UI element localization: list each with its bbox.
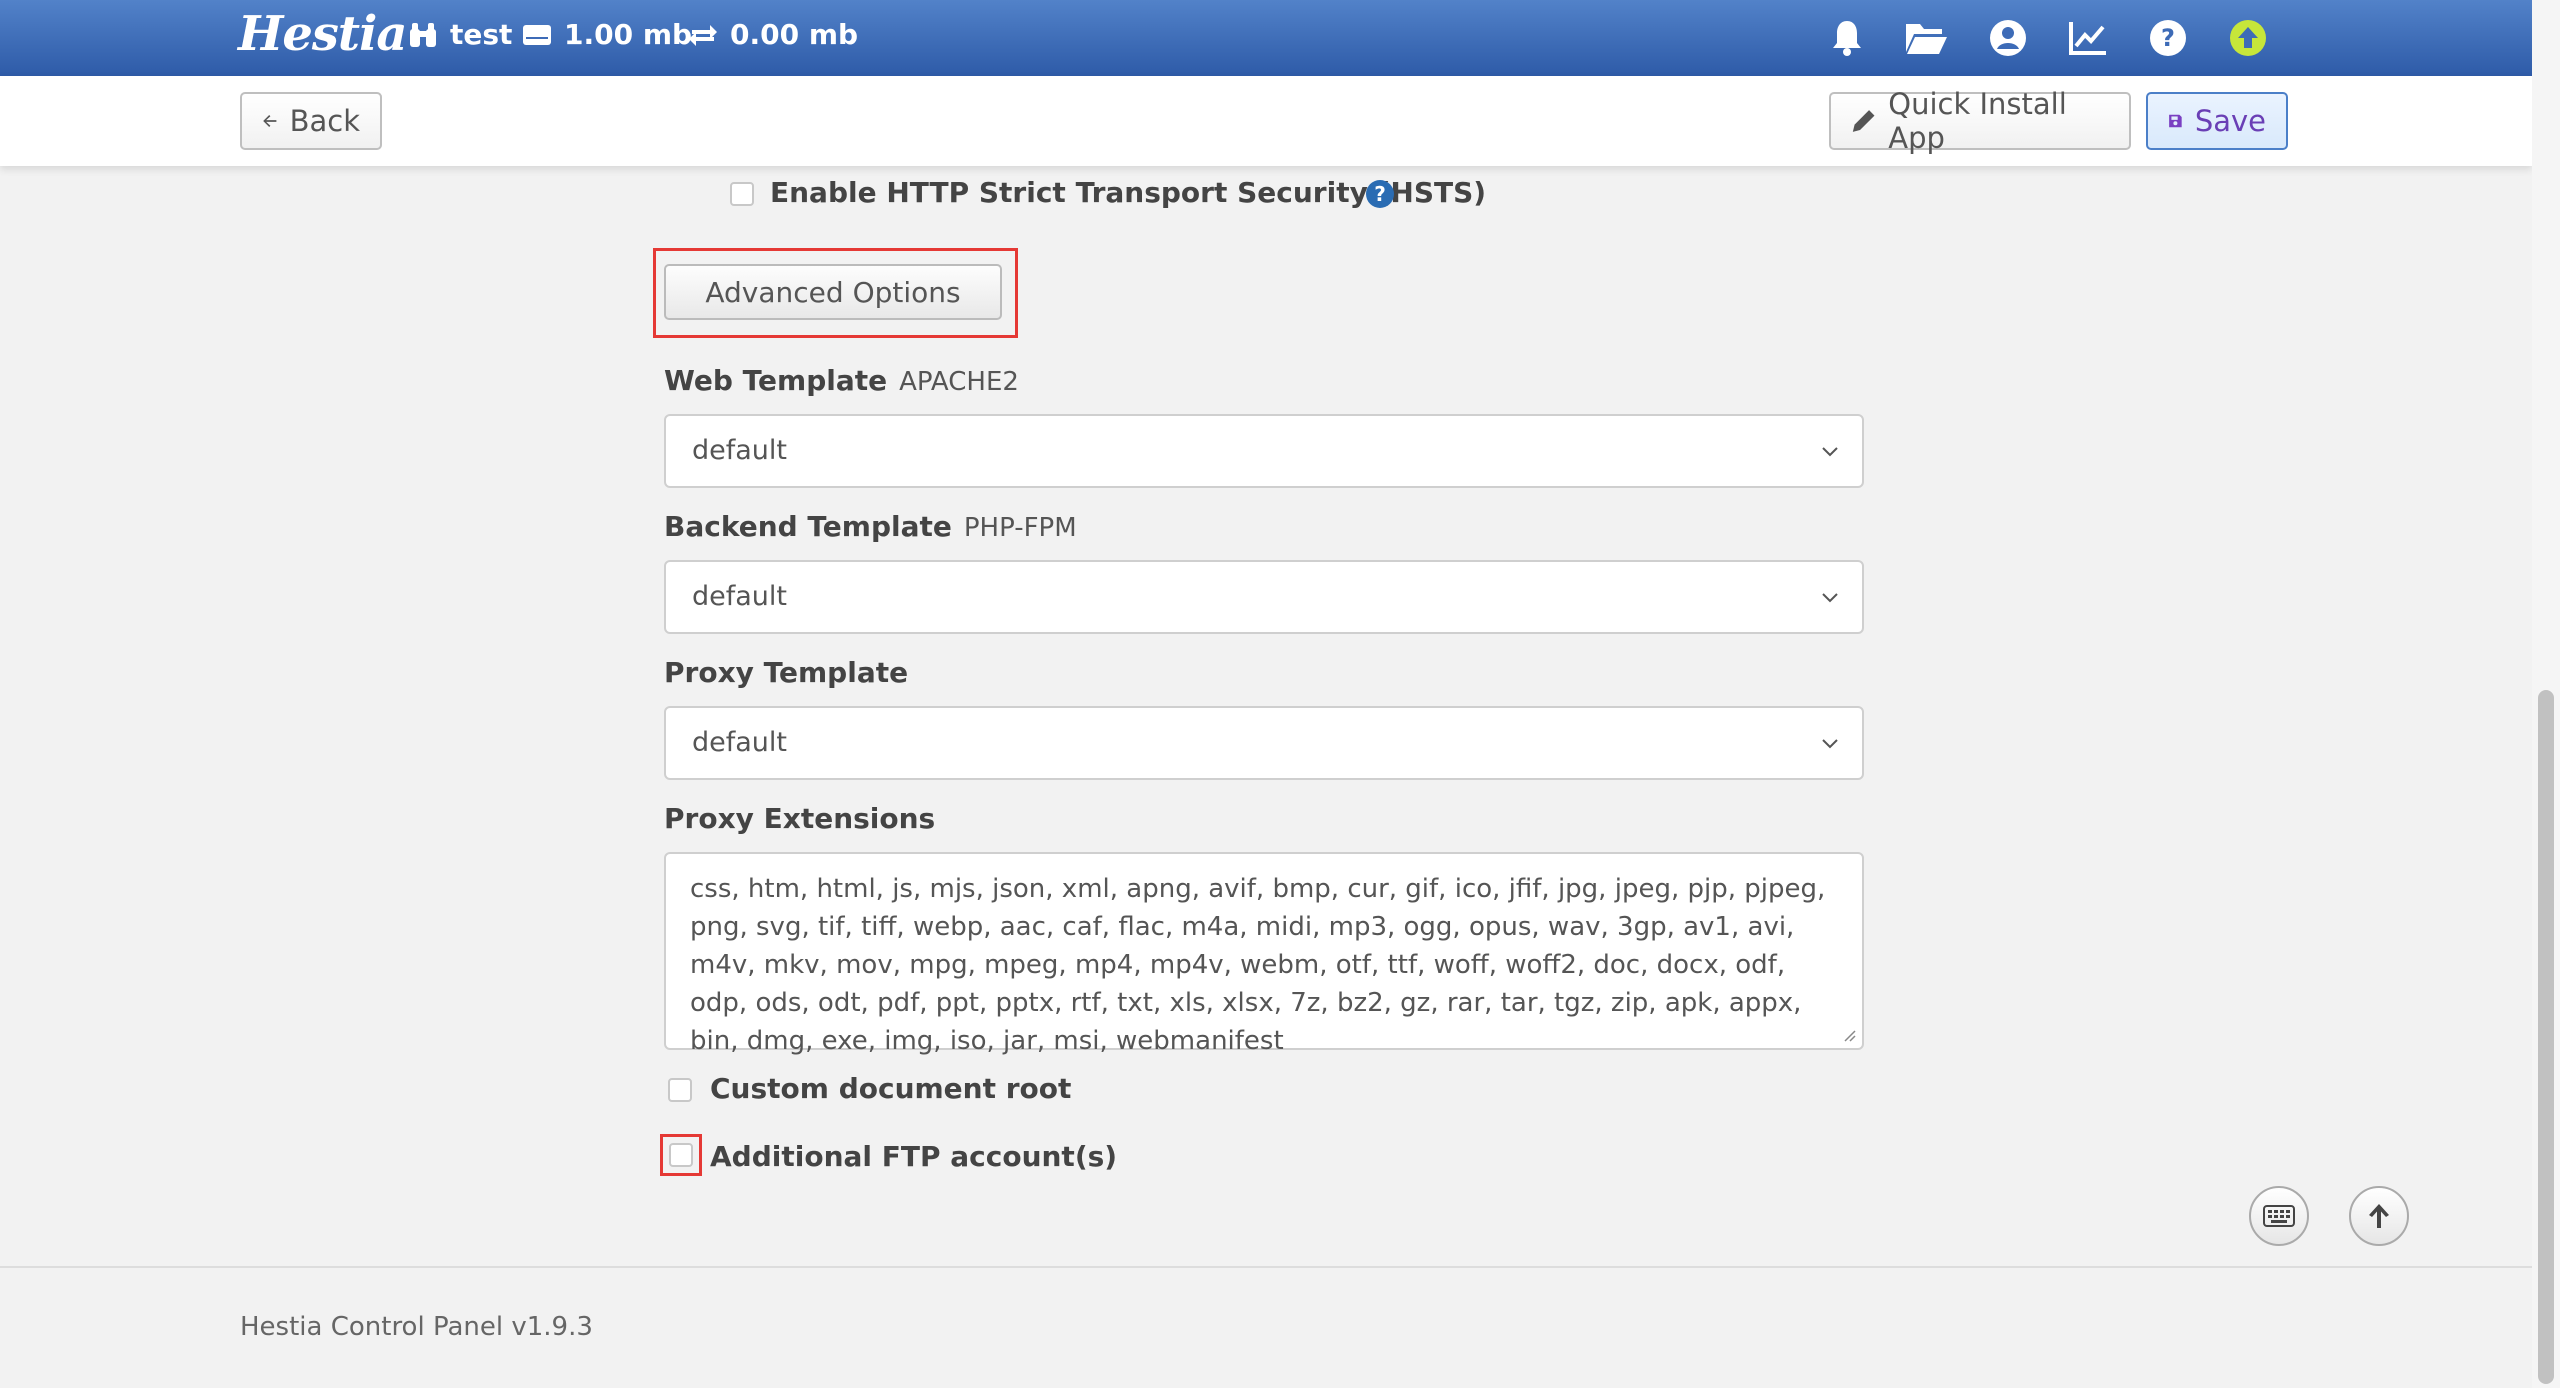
backend-template-label-text: Backend Template — [664, 510, 952, 543]
custom-docroot-label: Custom document root — [710, 1072, 1072, 1105]
arrow-up-icon — [2369, 1204, 2389, 1228]
backend-template-select[interactable]: default — [664, 560, 1864, 634]
chart-icon — [2069, 22, 2106, 55]
proxy-template-select[interactable]: default — [664, 706, 1864, 780]
back-label: Back — [289, 104, 360, 138]
disk-stat: 1.00 mb — [522, 18, 692, 51]
user-icon — [1990, 20, 2026, 56]
additional-ftp-label: Additional FTP account(s) — [710, 1140, 1118, 1173]
question-circle-icon: ? — [2150, 20, 2186, 56]
arrow-up-circle-icon — [2230, 20, 2266, 56]
web-template-select[interactable]: default — [664, 414, 1864, 488]
web-template-value: default — [692, 435, 788, 466]
statistics-button[interactable] — [2066, 16, 2110, 60]
additional-ftp-checkbox[interactable] — [669, 1143, 693, 1167]
footer-version: Hestia Control Panel v1.9.3 — [240, 1312, 593, 1342]
chevron-down-icon — [1822, 739, 1838, 749]
keyboard-icon — [2263, 1205, 2295, 1227]
notifications-button[interactable] — [1825, 16, 1869, 60]
folder-icon — [1906, 24, 1947, 54]
chevron-down-icon — [1822, 593, 1838, 603]
arrow-left-icon — [263, 115, 277, 127]
web-template-label-text: Web Template — [664, 364, 888, 397]
floppy-disk-icon — [2169, 114, 2182, 128]
scrollbar-thumb[interactable] — [2538, 690, 2554, 1384]
back-button[interactable]: Back — [240, 92, 382, 150]
save-label: Save — [2194, 104, 2266, 138]
binoculars-icon — [410, 22, 436, 47]
keyboard-shortcuts-button[interactable] — [2249, 1186, 2309, 1246]
file-manager-button[interactable] — [1904, 16, 1948, 60]
bandwidth-stat: 0.00 mb — [688, 18, 858, 51]
backend-template-sub: PHP-FPM — [963, 513, 1077, 543]
quick-install-label: Quick Install App — [1888, 87, 2067, 155]
username: test — [450, 18, 513, 51]
hestia-logo[interactable]: Hestia — [238, 6, 407, 62]
hdd-icon — [523, 24, 551, 45]
bell-icon — [1833, 21, 1861, 56]
pencil-icon — [1852, 110, 1875, 132]
proxy-extensions-textarea[interactable]: css, htm, html, js, mjs, json, xml, apng… — [664, 852, 1864, 1056]
updates-button[interactable] — [2226, 16, 2270, 60]
backend-template-label: Backend Template PHP-FPM — [664, 510, 1077, 543]
proxy-template-label: Proxy Template — [664, 656, 909, 689]
transfer-icon — [689, 24, 717, 46]
web-template-sub: APACHE2 — [899, 367, 1019, 397]
resize-handle-icon[interactable] — [1842, 1028, 1856, 1042]
save-button[interactable]: Save — [2146, 92, 2288, 150]
svg-text:?: ? — [2161, 24, 2175, 52]
disk-usage: 1.00 mb — [564, 18, 693, 51]
quick-install-button[interactable]: Quick Install App — [1829, 87, 2131, 155]
toolbar: Back Quick Install App Save — [0, 76, 2532, 166]
custom-docroot-checkbox[interactable] — [668, 1078, 692, 1102]
proxy-extensions-label: Proxy Extensions — [664, 802, 936, 835]
advanced-options-button[interactable]: Advanced Options — [664, 264, 1002, 320]
top-bar: Hestia test 1.00 mb 0.00 mb ? — [0, 0, 2532, 76]
page-scrollbar[interactable] — [2532, 0, 2560, 1388]
user-account-button[interactable] — [1986, 16, 2030, 60]
user-stat[interactable]: test — [408, 18, 512, 51]
proxy-template-value: default — [692, 727, 788, 758]
footer-divider — [0, 1266, 2532, 1268]
hsts-checkbox[interactable] — [730, 182, 754, 206]
web-template-label: Web Template APACHE2 — [664, 364, 1019, 397]
help-button[interactable]: ? — [2146, 16, 2190, 60]
backend-template-value: default — [692, 581, 788, 612]
proxy-extensions-value: css, htm, html, js, mjs, json, xml, apng… — [690, 874, 1826, 1056]
scroll-to-top-button[interactable] — [2349, 1186, 2409, 1246]
hsts-help-icon[interactable]: ? — [1366, 180, 1394, 208]
chevron-down-icon — [1822, 447, 1838, 457]
bandwidth-usage: 0.00 mb — [730, 18, 859, 51]
